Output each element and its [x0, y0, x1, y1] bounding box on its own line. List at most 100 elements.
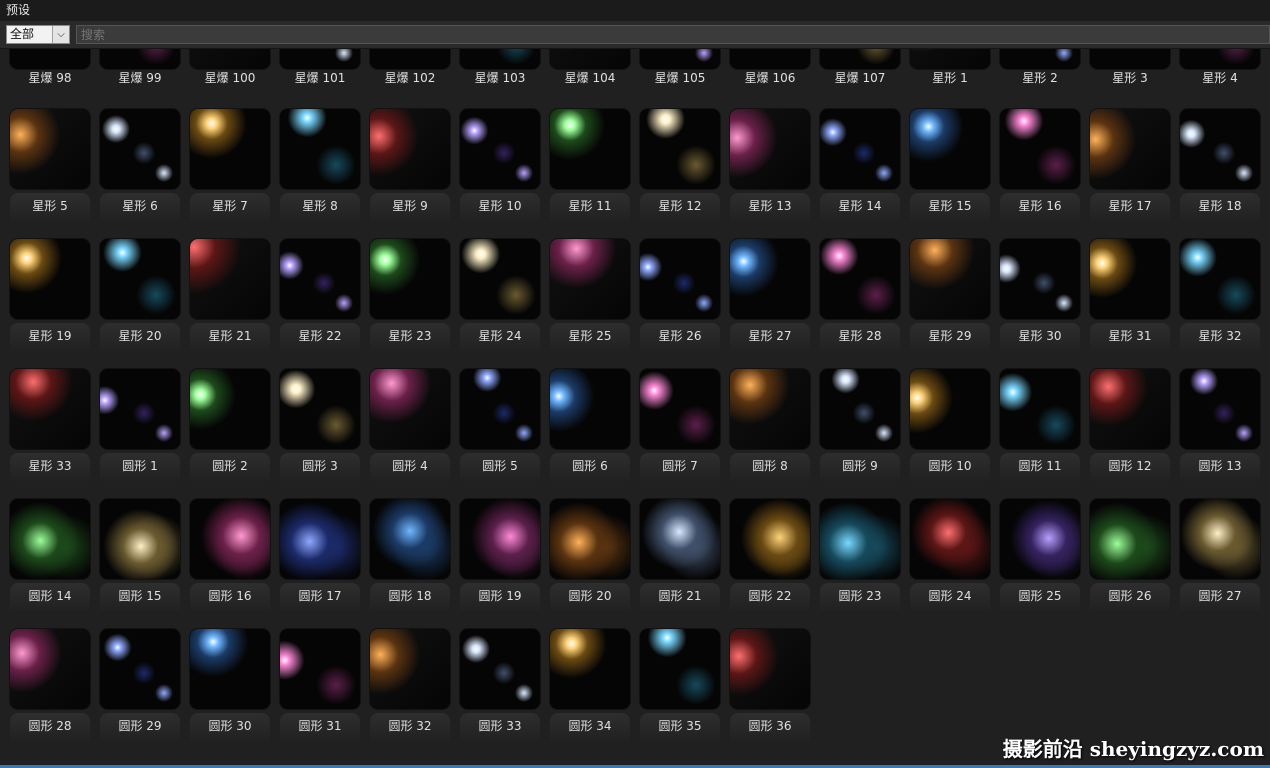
preset-item[interactable]: 圆形 8	[730, 369, 812, 497]
preset-thumbnail[interactable]	[640, 629, 720, 709]
preset-item[interactable]: 圆形 29	[100, 629, 182, 757]
preset-thumbnail[interactable]	[1090, 239, 1170, 319]
preset-grid[interactable]: 星爆 98 星爆 99 星爆 100 星爆 101 星爆 102 星爆 103 星爆 104…	[0, 49, 1270, 768]
preset-item[interactable]: 星形 8	[280, 109, 362, 237]
preset-item[interactable]: 星形 27	[730, 239, 812, 367]
preset-thumbnail[interactable]	[1180, 49, 1260, 69]
preset-item[interactable]: 圆形 16	[190, 499, 272, 627]
preset-thumbnail[interactable]	[190, 629, 270, 709]
preset-thumbnail[interactable]	[460, 239, 540, 319]
preset-thumbnail[interactable]	[10, 499, 90, 579]
preset-item[interactable]: 圆形 26	[1090, 499, 1172, 627]
preset-item[interactable]: 圆形 30	[190, 629, 272, 757]
preset-thumbnail[interactable]	[280, 239, 360, 319]
preset-thumbnail[interactable]	[1000, 49, 1080, 69]
preset-item[interactable]: 圆形 17	[280, 499, 362, 627]
preset-thumbnail[interactable]	[10, 49, 90, 69]
preset-thumbnail[interactable]	[640, 369, 720, 449]
preset-thumbnail[interactable]	[190, 109, 270, 189]
preset-item[interactable]: 圆形 3	[280, 369, 362, 497]
preset-thumbnail[interactable]	[1090, 49, 1170, 69]
preset-item[interactable]: 圆形 25	[1000, 499, 1082, 627]
preset-thumbnail[interactable]	[730, 239, 810, 319]
preset-item[interactable]: 星形 22	[280, 239, 362, 367]
preset-item[interactable]: 圆形 11	[1000, 369, 1082, 497]
preset-item[interactable]: 圆形 33	[460, 629, 542, 757]
preset-thumbnail[interactable]	[730, 49, 810, 69]
preset-thumbnail[interactable]	[550, 109, 630, 189]
preset-thumbnail[interactable]	[370, 369, 450, 449]
preset-item[interactable]: 圆形 19	[460, 499, 542, 627]
preset-item[interactable]: 星形 7	[190, 109, 272, 237]
preset-thumbnail[interactable]	[1090, 109, 1170, 189]
preset-thumbnail[interactable]	[10, 369, 90, 449]
preset-thumbnail[interactable]	[280, 49, 360, 69]
preset-thumbnail[interactable]	[190, 49, 270, 69]
preset-item[interactable]: 星形 25	[550, 239, 632, 367]
preset-item[interactable]: 星形 31	[1090, 239, 1172, 367]
preset-thumbnail[interactable]	[280, 109, 360, 189]
preset-item[interactable]: 星形 30	[1000, 239, 1082, 367]
preset-thumbnail[interactable]	[820, 239, 900, 319]
preset-thumbnail[interactable]	[1000, 369, 1080, 449]
preset-item[interactable]: 圆形 4	[370, 369, 452, 497]
preset-thumbnail[interactable]	[280, 499, 360, 579]
preset-thumbnail[interactable]	[370, 499, 450, 579]
preset-item[interactable]: 圆形 27	[1180, 499, 1262, 627]
preset-thumbnail[interactable]	[10, 109, 90, 189]
preset-item[interactable]: 圆形 6	[550, 369, 632, 497]
preset-thumbnail[interactable]	[550, 499, 630, 579]
preset-thumbnail[interactable]	[1180, 499, 1260, 579]
preset-thumbnail[interactable]	[910, 499, 990, 579]
preset-thumbnail[interactable]	[280, 629, 360, 709]
preset-thumbnail[interactable]	[460, 369, 540, 449]
preset-thumbnail[interactable]	[730, 629, 810, 709]
preset-thumbnail[interactable]	[730, 369, 810, 449]
preset-item[interactable]: 星形 12	[640, 109, 722, 237]
preset-item[interactable]: 圆形 36	[730, 629, 812, 757]
preset-thumbnail[interactable]	[100, 49, 180, 69]
preset-thumbnail[interactable]	[460, 499, 540, 579]
preset-thumbnail[interactable]	[370, 109, 450, 189]
preset-item[interactable]: 星形 18	[1180, 109, 1262, 237]
preset-item[interactable]: 星形 33	[10, 369, 92, 497]
preset-thumbnail[interactable]	[1000, 109, 1080, 189]
preset-thumbnail[interactable]	[1090, 369, 1170, 449]
preset-item[interactable]: 星形 15	[910, 109, 992, 237]
preset-item[interactable]: 圆形 2	[190, 369, 272, 497]
preset-thumbnail[interactable]	[10, 629, 90, 709]
preset-thumbnail[interactable]	[730, 109, 810, 189]
preset-item[interactable]: 圆形 35	[640, 629, 722, 757]
preset-item[interactable]: 星形 13	[730, 109, 812, 237]
preset-item[interactable]: 星形 24	[460, 239, 542, 367]
preset-item[interactable]: 星形 28	[820, 239, 902, 367]
preset-thumbnail[interactable]	[100, 499, 180, 579]
preset-thumbnail[interactable]	[1180, 109, 1260, 189]
preset-thumbnail[interactable]	[640, 49, 720, 69]
preset-item[interactable]: 圆形 32	[370, 629, 452, 757]
preset-thumbnail[interactable]	[370, 49, 450, 69]
preset-item[interactable]: 星形 10	[460, 109, 542, 237]
preset-item[interactable]: 圆形 31	[280, 629, 362, 757]
preset-item[interactable]: 星形 17	[1090, 109, 1172, 237]
preset-thumbnail[interactable]	[100, 109, 180, 189]
preset-thumbnail[interactable]	[640, 239, 720, 319]
preset-thumbnail[interactable]	[820, 109, 900, 189]
preset-thumbnail[interactable]	[910, 369, 990, 449]
chevron-down-icon[interactable]: ⌵	[52, 26, 69, 43]
preset-thumbnail[interactable]	[820, 369, 900, 449]
preset-thumbnail[interactable]	[550, 629, 630, 709]
preset-item[interactable]: 星形 14	[820, 109, 902, 237]
preset-thumbnail[interactable]	[370, 239, 450, 319]
preset-item[interactable]: 星形 5	[10, 109, 92, 237]
preset-thumbnail[interactable]	[910, 109, 990, 189]
preset-thumbnail[interactable]	[100, 239, 180, 319]
preset-item[interactable]: 星形 23	[370, 239, 452, 367]
preset-item[interactable]: 圆形 12	[1090, 369, 1172, 497]
preset-item[interactable]: 星形 21	[190, 239, 272, 367]
preset-item[interactable]: 圆形 5	[460, 369, 542, 497]
preset-thumbnail[interactable]	[640, 109, 720, 189]
preset-thumbnail[interactable]	[1000, 239, 1080, 319]
preset-thumbnail[interactable]	[190, 239, 270, 319]
preset-thumbnail[interactable]	[730, 499, 810, 579]
